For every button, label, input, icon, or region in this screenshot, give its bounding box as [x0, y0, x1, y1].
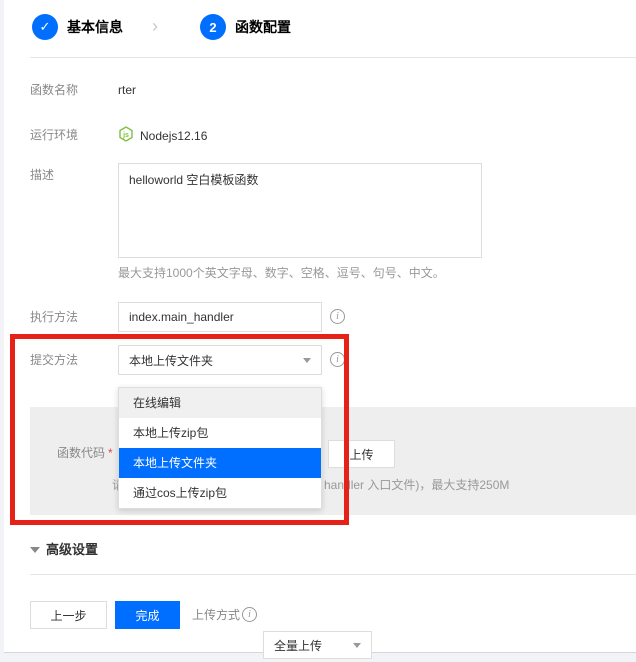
submit-method-info-icon[interactable]: i — [330, 352, 345, 367]
handler-input[interactable] — [118, 302, 322, 332]
previous-step-label: 上一步 — [50, 607, 86, 624]
chevron-down-icon — [353, 643, 361, 648]
menu-item-upload-folder[interactable]: 本地上传文件夹 — [119, 448, 321, 478]
footer-divider — [30, 574, 636, 575]
previous-step-button[interactable]: 上一步 — [30, 601, 107, 629]
upload-button[interactable]: 上传 — [328, 440, 395, 468]
upload-mode-select[interactable]: 全量上传 — [263, 631, 372, 659]
function-name-label: 函数名称 — [30, 83, 78, 97]
submit-method-dropdown-menu: 在线编辑 本地上传zip包 本地上传文件夹 通过cos上传zip包 — [118, 387, 322, 509]
step2-number: 2 — [209, 20, 216, 35]
handler-info-icon[interactable]: i — [330, 309, 345, 324]
triangle-down-icon — [30, 547, 40, 553]
chevron-down-icon — [303, 358, 311, 363]
upload-mode-label: 上传方式 — [192, 608, 240, 622]
runtime-value: Nodejs12.16 — [140, 129, 207, 143]
done-button-label: 完成 — [135, 607, 159, 624]
done-button[interactable]: 完成 — [115, 601, 180, 629]
menu-item-online-edit[interactable]: 在线编辑 — [119, 388, 321, 418]
upload-mode-info-icon[interactable]: i — [242, 607, 257, 622]
upload-mode-label-row: 上传方式 i — [192, 607, 257, 622]
check-icon: ✓ — [40, 19, 51, 35]
step2-number-badge: 2 — [200, 14, 226, 40]
submit-method-select[interactable]: 本地上传文件夹 — [118, 345, 322, 375]
required-asterisk: * — [108, 446, 113, 460]
menu-item-upload-zip[interactable]: 本地上传zip包 — [119, 418, 321, 448]
submit-method-label: 提交方法 — [30, 353, 78, 367]
upload-button-label: 上传 — [349, 446, 373, 463]
step2-label: 函数配置 — [235, 19, 291, 35]
description-help-text: 最大支持1000个英文字母、数字、空格、逗号、句号、中文。 — [118, 266, 445, 280]
header-divider — [30, 57, 636, 58]
function-name-value: rter — [118, 83, 136, 97]
function-config-panel: ✓ 基本信息 › 2 函数配置 函数名称 rter 运行环境 js Nodejs… — [4, 0, 636, 653]
menu-item-cos-zip[interactable]: 通过cos上传zip包 — [119, 478, 321, 508]
submit-method-selected-value: 本地上传文件夹 — [129, 352, 213, 369]
upload-mode-selected-value: 全量上传 — [274, 637, 322, 654]
function-code-label-row: 函数代码* — [57, 446, 113, 460]
svg-text:js: js — [122, 132, 129, 139]
description-textarea[interactable]: helloworld 空白模板函数 — [118, 163, 482, 258]
advanced-settings-toggle[interactable]: 高级设置 — [30, 539, 98, 558]
advanced-settings-label: 高级设置 — [46, 539, 98, 558]
step1-label: 基本信息 — [67, 19, 123, 35]
function-code-label: 函数代码 — [57, 446, 105, 460]
runtime-label: 运行环境 — [30, 128, 78, 142]
description-label: 描述 — [30, 168, 54, 182]
step1-done-icon: ✓ — [32, 14, 58, 40]
nodejs-icon: js — [118, 126, 134, 142]
code-help-text-right-fragment: handler 入口文件)，最大支持250M — [324, 478, 509, 492]
handler-label: 执行方法 — [30, 310, 78, 324]
chevron-right-icon: › — [152, 17, 158, 35]
